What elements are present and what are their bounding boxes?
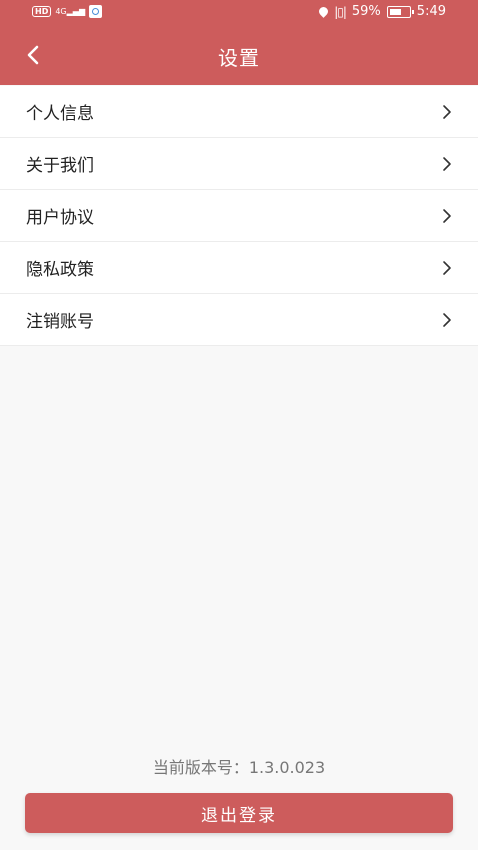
chevron-right-icon <box>442 156 454 172</box>
chevron-right-icon <box>442 260 454 276</box>
logout-button[interactable]: 退出登录 <box>25 793 453 833</box>
hd-badge: HD <box>32 6 52 17</box>
chevron-right-icon <box>442 104 454 120</box>
location-icon <box>317 5 331 18</box>
menu-item-personal-info[interactable]: 个人信息 <box>0 86 478 138</box>
status-bar: HD 4G▂▄▆ |▯| 59% 5:49 <box>0 0 478 26</box>
chevron-right-icon <box>442 312 454 328</box>
menu-item-label: 隐私政策 <box>26 260 94 280</box>
cellular-signal-icon: 4G▂▄▆ <box>55 6 86 16</box>
menu-item-user-agreement[interactable]: 用户协议 <box>0 190 478 242</box>
settings-menu: 个人信息 关于我们 用户协议 隐私政策 注销账号 <box>0 86 478 346</box>
menu-item-label: 用户协议 <box>26 208 94 228</box>
vibrate-icon: |▯| <box>334 4 347 19</box>
chevron-right-icon <box>442 208 454 224</box>
menu-item-label: 个人信息 <box>26 104 94 124</box>
menu-item-label: 注销账号 <box>26 312 94 332</box>
app-header: HD 4G▂▄▆ |▯| 59% 5:49 设置 <box>0 0 478 85</box>
app-notification-icon <box>89 5 103 18</box>
menu-item-about-us[interactable]: 关于我们 <box>0 138 478 190</box>
menu-item-label: 关于我们 <box>26 156 94 176</box>
status-left: HD 4G▂▄▆ <box>32 5 103 18</box>
battery-icon <box>386 5 414 18</box>
menu-item-privacy-policy[interactable]: 隐私政策 <box>0 242 478 294</box>
clock: 5:49 <box>416 4 446 19</box>
status-right: |▯| 59% 5:49 <box>317 4 446 19</box>
menu-item-delete-account[interactable]: 注销账号 <box>0 294 478 346</box>
version-text: 当前版本号：1.3.0.023 <box>152 758 326 777</box>
battery-percent: 59% <box>351 4 381 19</box>
network-type-label: 4G <box>55 6 67 16</box>
page-title: 设置 <box>218 46 260 70</box>
